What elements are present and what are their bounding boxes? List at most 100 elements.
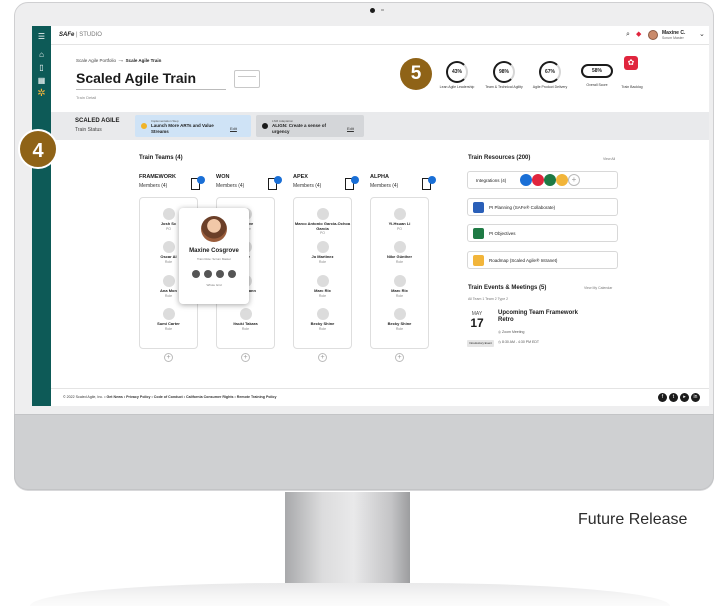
team-name[interactable]: ALPHA: [370, 174, 389, 180]
team-member[interactable]: Becky Shine Role: [294, 308, 351, 331]
team-name[interactable]: APEX: [293, 174, 308, 180]
integration-icon[interactable]: [520, 174, 532, 186]
contact-icon[interactable]: [228, 270, 236, 278]
user-avatar[interactable]: [648, 30, 658, 40]
resource-pi-objectives[interactable]: PI Objectives: [467, 224, 618, 242]
linkedin-icon[interactable]: in: [691, 393, 700, 402]
team-member[interactable]: Nike Günther Role: [371, 241, 428, 264]
edit-link[interactable]: Edit: [347, 126, 354, 131]
youtube-icon[interactable]: ▸: [680, 393, 689, 402]
resource-pi-planning[interactable]: PI Planning (SAFe® Collaborate): [467, 198, 618, 216]
footer-link[interactable]: Get News: [106, 395, 122, 399]
member-avatar: [393, 208, 406, 220]
team-board-icon[interactable]: [191, 176, 205, 190]
view-all-link[interactable]: View All: [603, 157, 615, 161]
callout-badge-4: 4: [18, 129, 58, 169]
star-icon[interactable]: ✲: [36, 88, 47, 99]
integration-icon[interactable]: [544, 174, 556, 186]
metric-agile-product[interactable]: 67% Agile Product Delivery: [525, 61, 575, 90]
view-calendar-link[interactable]: View My Calendar: [584, 286, 612, 290]
jira-icon: [197, 176, 205, 184]
resource-roadmap[interactable]: Roadmap (Scaled Agile® Intranet): [467, 251, 618, 269]
team-member[interactable]: Marc Rix Role: [294, 275, 351, 298]
contact-icon[interactable]: [192, 270, 200, 278]
event-date: MAY 17: [467, 311, 487, 329]
member-role: Role: [318, 259, 327, 264]
team-name[interactable]: WON: [216, 174, 229, 180]
team-column: Marco Antonio Garcia-Ochoa Garcia PO Jo Ma…: [293, 197, 352, 349]
team-board-icon[interactable]: [268, 176, 282, 190]
contact-icon[interactable]: [216, 270, 224, 278]
team-members-count: Members (4): [139, 183, 168, 189]
team-member[interactable]: Marc Rix Role: [371, 275, 428, 298]
integration-icon[interactable]: [556, 174, 568, 186]
search-icon[interactable]: ⌕: [626, 31, 630, 39]
menu-icon[interactable]: ☰: [36, 31, 47, 42]
popover-name: Maxine Cosgrove: [189, 248, 239, 254]
edit-link[interactable]: Edit: [230, 126, 237, 131]
collaborate-icon: [473, 202, 484, 213]
team-member[interactable]: Marco Antonio Garcia-Ochoa Garcia PO: [294, 208, 351, 235]
metric-lean-agile[interactable]: 43% Lean Agile Leadership: [432, 61, 482, 90]
event-filters[interactable]: All Team 1 Team 2 Type 2: [468, 297, 508, 301]
resource-label: PI Objectives: [489, 231, 516, 236]
footer-link[interactable]: Privacy Policy: [126, 395, 150, 399]
time-label: 8:30 AM - 4:30 PM EDT: [502, 340, 539, 344]
page-subtitle: Train Detail: [76, 95, 97, 100]
resource-integrations[interactable]: Integrations (4) +: [467, 171, 618, 189]
breadcrumb-parent[interactable]: Scale Agile Portfolio: [76, 58, 116, 63]
add-member-button[interactable]: +: [318, 353, 327, 362]
implementation-step-card[interactable]: Implementation Step Launch More ARTs and…: [135, 115, 251, 137]
breadcrumb-current: Scale Agile Train: [125, 58, 162, 63]
event-meeting[interactable]: ◎ Zoom Meeting: [498, 330, 524, 334]
grid-icon[interactable]: ▦: [36, 75, 47, 86]
map-icon[interactable]: ▯: [36, 62, 47, 73]
facebook-icon[interactable]: f: [658, 393, 667, 402]
notification-icon[interactable]: ◆: [636, 31, 641, 39]
member-avatar: [316, 275, 329, 287]
member-role: Role: [164, 326, 173, 331]
jira-icon: [428, 176, 436, 184]
team-member[interactable]: Sumi Carter Role: [140, 308, 197, 331]
contact-icon[interactable]: [204, 270, 212, 278]
team-members-count: Members (4): [370, 183, 399, 189]
card-value: Launch More ARTs and Value Streams: [151, 123, 214, 134]
integration-icon[interactable]: [532, 174, 544, 186]
event-title[interactable]: Upcoming Team Framework Retro: [498, 310, 578, 324]
team-members-count: Members (4): [216, 183, 245, 189]
member-avatar: [393, 275, 406, 287]
footer-link[interactable]: Remote Training Policy: [237, 395, 277, 399]
metric-team-technical[interactable]: 98% Team & Technical Agility: [479, 61, 529, 90]
add-member-button[interactable]: +: [395, 353, 404, 362]
add-integration-icon[interactable]: +: [568, 174, 580, 186]
metric-ring: 67%: [539, 61, 561, 83]
add-member-button[interactable]: +: [241, 353, 250, 362]
team-board-icon[interactable]: [422, 176, 436, 190]
member-avatar: [316, 241, 329, 253]
breadcrumb-arrow-icon: →: [117, 57, 125, 64]
brand-logo[interactable]: SAFe | STUDIO: [59, 32, 102, 38]
events-heading: Train Events & Meetings (5): [468, 285, 547, 291]
footer-link[interactable]: California Consumer Rights: [186, 395, 234, 399]
team-name[interactable]: FRAMEWORK: [139, 174, 176, 180]
member-popover: Maxine Cosgrove Train Role: Scrum Master…: [179, 208, 249, 304]
lsm-adaptation-card[interactable]: LSM Adaptation ALIGN: Create a sense of …: [256, 115, 364, 137]
home-icon[interactable]: ⌂: [36, 49, 47, 60]
user-role: Scrum Master: [662, 36, 684, 40]
member-avatar: [393, 308, 406, 320]
team-member[interactable]: Yi-Hsuan Li PO: [371, 208, 428, 231]
status-dot: [262, 123, 268, 129]
team-member[interactable]: Jo Martinez Role: [294, 241, 351, 264]
team-member[interactable]: Becky Shine Role: [371, 308, 428, 331]
add-member-button[interactable]: +: [164, 353, 173, 362]
team-member[interactable]: Itsuki Takara Role: [217, 308, 274, 331]
twitter-icon[interactable]: t: [669, 393, 678, 402]
member-avatar: [316, 208, 329, 220]
team-board-icon[interactable]: [345, 176, 359, 190]
train-backlog[interactable]: Train Backlog: [607, 83, 657, 90]
footer-link[interactable]: Code of Conduct: [154, 395, 183, 399]
backlog-icon[interactable]: ✿: [624, 56, 638, 70]
monitor-chin: [14, 414, 714, 490]
card-value: ALIGN: Create a sense of urgency: [272, 123, 327, 134]
chevron-down-icon[interactable]: ⌄: [699, 31, 705, 39]
